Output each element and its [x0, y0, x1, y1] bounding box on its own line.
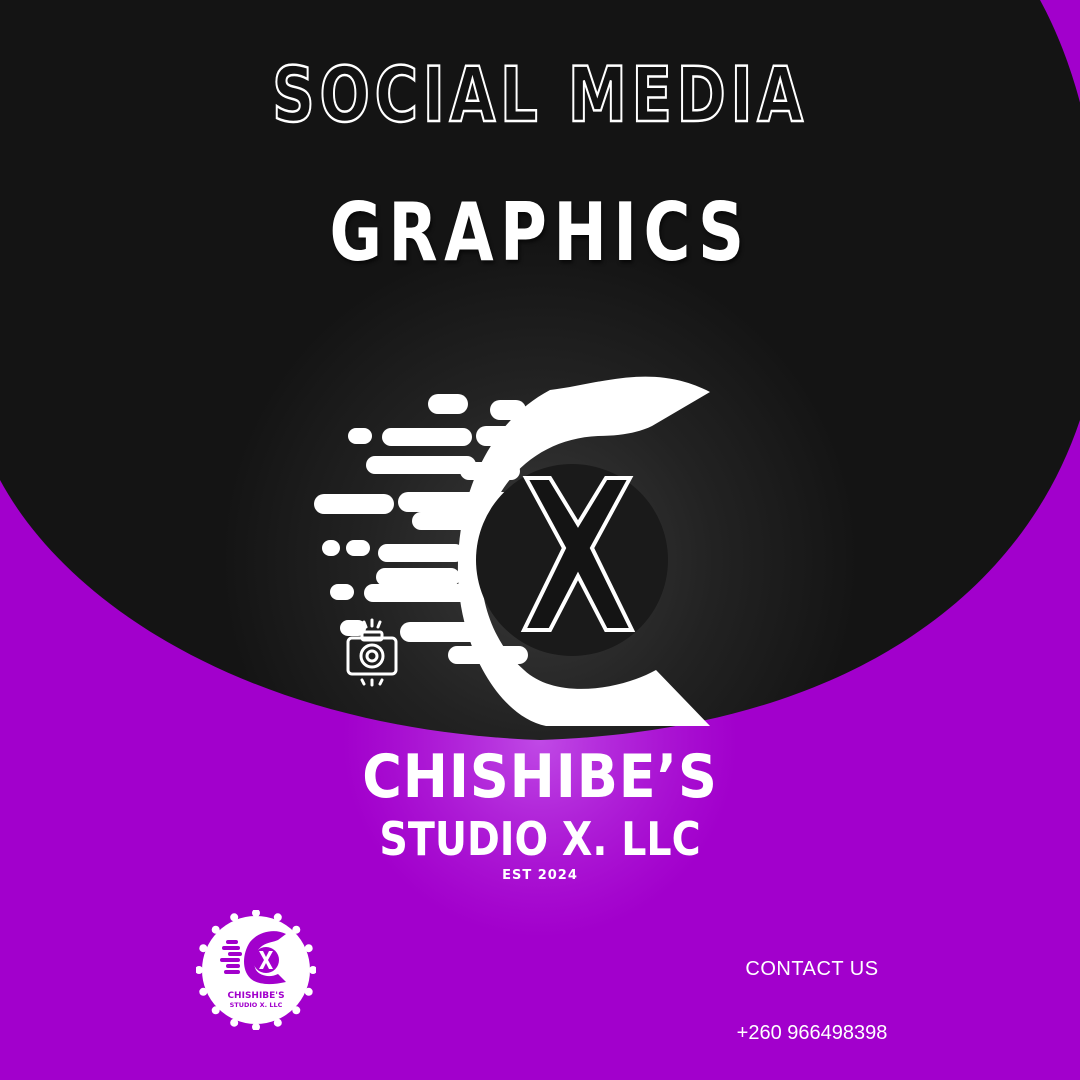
- badge-name-line-1: CHISHIBE'S: [227, 991, 284, 1001]
- badge-name-line-2: STUDIO X. LLC: [230, 1001, 283, 1009]
- headline-graphics: GRAPHICS: [329, 186, 751, 279]
- round-badge-logo-icon: CHISHIBE'S STUDIO X. LLC: [196, 910, 316, 1030]
- headline-social-media: SOCIAL MEDIA: [271, 49, 808, 141]
- poster: SOCIAL MEDIA GRAPHICS CHISHIBE’S STUDIO …: [0, 0, 1080, 1080]
- c-x-speed-logo-icon: [314, 376, 710, 726]
- brand-name-line-1: CHISHIBE’S: [362, 742, 718, 812]
- brand-name-line-2: STUDIO X. LLC: [379, 812, 701, 866]
- brand-established: EST 2024: [502, 868, 578, 883]
- contact-phone[interactable]: +260 966498398: [700, 1022, 924, 1045]
- contact-title: CONTACT US: [745, 958, 879, 980]
